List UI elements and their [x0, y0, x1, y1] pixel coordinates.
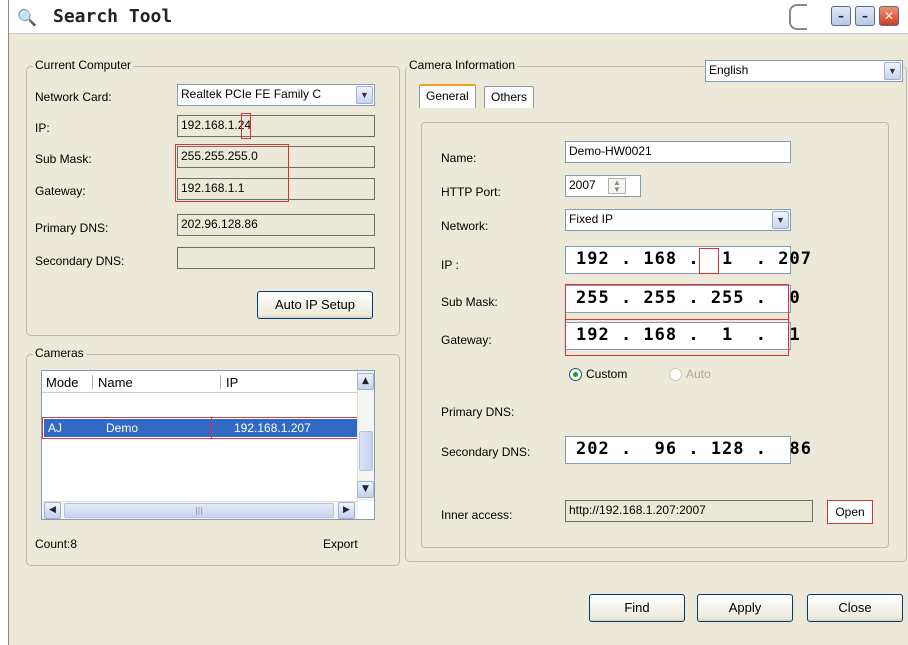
scroll-right-icon[interactable]: ▶ — [338, 502, 355, 519]
open-button[interactable]: Open — [827, 500, 873, 524]
tab-others[interactable]: Others — [484, 86, 535, 108]
pc-submask-label: Sub Mask: — [35, 152, 92, 166]
cam-gateway-input[interactable]: 192 . 168 . 1 . 1 — [565, 322, 800, 350]
vertical-scrollbar[interactable]: ▲ ▼ — [357, 371, 374, 501]
pc-gateway-field: 192.168.1.1 — [177, 178, 375, 200]
column-divider — [220, 375, 221, 389]
current-computer-legend: Current Computer — [33, 58, 134, 72]
scroll-thumb[interactable] — [359, 431, 373, 471]
pc-secondary-dns-field — [177, 247, 375, 269]
pc-submask-field: 255.255.255.0 — [177, 146, 375, 168]
scroll-thumb[interactable]: ||| — [64, 503, 334, 518]
scroll-down-icon[interactable]: ▼ — [357, 481, 374, 498]
horizontal-scrollbar[interactable]: ◀ ||| ▶ — [42, 501, 358, 519]
row-mode: AJ — [48, 421, 63, 435]
column-divider — [92, 375, 93, 389]
cam-secondary-dns-input[interactable]: 202 . 96 . 128 . 86 — [565, 436, 811, 464]
auto-ip-setup-button[interactable]: Auto IP Setup — [257, 291, 373, 319]
auto-radio-label: Auto — [686, 367, 711, 381]
chevron-down-icon[interactable]: ▼ — [356, 86, 373, 104]
inner-access-field: http://192.168.1.207:2007 — [565, 500, 813, 522]
scroll-up-icon[interactable]: ▲ — [357, 373, 374, 390]
cam-submask-label: Sub Mask: — [441, 295, 498, 309]
http-port-value: 2007 — [569, 178, 596, 192]
camera-information-legend: Camera Information — [407, 58, 518, 72]
pc-ip-label: IP: — [35, 121, 50, 135]
column-header-ip[interactable]: IP — [226, 375, 238, 390]
pc-secondary-dns-label: Secondary DNS: — [35, 254, 125, 268]
auto-radio[interactable] — [669, 368, 682, 381]
language-value: English — [709, 63, 749, 77]
network-select[interactable]: Fixed IP ▼ — [565, 209, 791, 231]
tab-general[interactable]: General — [419, 84, 476, 108]
network-card-label: Network Card: — [35, 90, 112, 104]
highlight-divider — [565, 319, 789, 320]
pc-primary-dns-label: Primary DNS: — [35, 221, 109, 235]
network-value: Fixed IP — [569, 212, 614, 226]
column-header-mode[interactable]: Mode — [46, 375, 79, 390]
chevron-down-icon[interactable]: ▼ — [884, 62, 901, 80]
restore-button[interactable]: – — [855, 6, 875, 26]
network-card-value: Realtek PCIe FE Family C — [181, 87, 322, 101]
cam-name-label: Name: — [441, 151, 477, 165]
row-name: Demo — [106, 421, 139, 435]
title-bar-decoration — [789, 4, 807, 30]
cam-name-input[interactable]: Demo-HW0021 — [565, 141, 791, 163]
cam-primary-dns-label: Primary DNS: — [441, 405, 515, 419]
pc-gateway-label: Gateway: — [35, 184, 86, 198]
custom-radio-label: Custom — [586, 367, 628, 381]
chevron-down-icon[interactable]: ▼ — [772, 211, 789, 229]
http-port-input[interactable]: 2007 ▲ ▼ — [565, 175, 641, 197]
close-button[interactable]: Close — [807, 594, 903, 622]
cam-ip-input[interactable]: 192 . 168 . 1 . 207 — [565, 246, 811, 274]
find-button[interactable]: Find — [589, 594, 685, 622]
apply-button[interactable]: Apply — [697, 594, 793, 622]
pc-ip-field: 192.168.1.24 — [177, 115, 375, 137]
export-button[interactable]: Export — [323, 537, 358, 551]
network-card-select[interactable]: Realtek PCIe FE Family C ▼ — [177, 84, 375, 106]
close-window-button[interactable]: ✕ — [879, 6, 899, 26]
cam-ip-label: IP : — [441, 258, 459, 272]
magnifier-folder-icon: 🔍 — [17, 8, 37, 27]
minimize-button[interactable]: – — [831, 6, 851, 26]
network-label: Network: — [441, 219, 489, 233]
search-tool-window: 🔍 Search Tool – – ✕ Current Computer Net… — [8, 0, 908, 645]
language-select[interactable]: English ▼ — [705, 60, 903, 82]
column-header-name[interactable]: Name — [98, 375, 133, 390]
http-port-label: HTTP Port: — [441, 185, 501, 199]
title-bar[interactable]: 🔍 Search Tool – – ✕ — [9, 0, 908, 34]
cameras-list[interactable]: Mode Name IP AJ Demo 192.168.1.207 ▲ ▼ ◀… — [41, 370, 375, 520]
cameras-legend: Cameras — [33, 346, 86, 360]
row-ip: 192.168.1.207 — [234, 421, 311, 435]
window-title: Search Tool — [53, 6, 173, 27]
cam-gateway-label: Gateway: — [441, 333, 492, 347]
cameras-list-header: Mode Name IP — [42, 371, 358, 393]
cam-submask-input[interactable]: 255 . 255 . 255 . 0 — [565, 285, 800, 313]
camera-count: Count:8 — [35, 537, 78, 551]
scroll-left-icon[interactable]: ◀ — [44, 502, 61, 519]
table-row[interactable]: AJ Demo 192.168.1.207 — [44, 419, 370, 437]
custom-radio[interactable] — [569, 368, 582, 381]
spinner-icon[interactable]: ▲ ▼ — [608, 178, 626, 194]
pc-primary-dns-field: 202.96.128.86 — [177, 214, 375, 236]
cam-secondary-dns-label: Secondary DNS: — [441, 445, 531, 459]
inner-access-label: Inner access: — [441, 508, 513, 522]
